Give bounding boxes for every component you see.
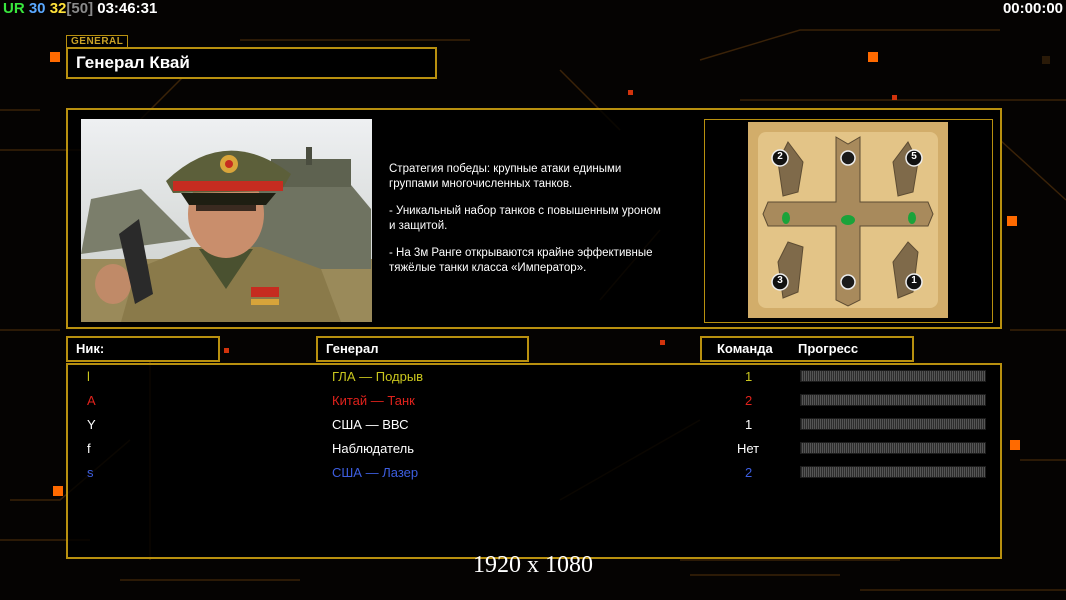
player-team: 2 <box>745 393 753 408</box>
player-progress-bar <box>800 418 986 430</box>
player-progress-bar <box>800 394 986 406</box>
player-progress-bar <box>800 466 986 478</box>
player-progress-bar <box>800 370 986 382</box>
general-name-header: Генерал Квай <box>66 47 437 79</box>
header-nick-label: Ник: <box>76 341 105 356</box>
general-name: Генерал Квай <box>76 53 190 72</box>
player-nick: s <box>87 465 94 480</box>
player-team: 2 <box>745 465 753 480</box>
player-nick: A <box>87 393 96 408</box>
player-general: Китай — Танк <box>332 393 415 408</box>
clock-label: 03:46:31 <box>97 0 158 17</box>
faction-label: UR <box>3 0 25 17</box>
player-progress-bar <box>800 442 986 454</box>
player-row[interactable]: s США — Лазер 2 <box>68 461 1000 485</box>
player-general: ГЛА — Подрыв <box>332 369 424 384</box>
spawn-5[interactable]: 5 <box>907 151 921 162</box>
description-feature-2: - На 3м Ранге открываются крайне эффекти… <box>389 247 653 274</box>
header-general: Генерал <box>316 336 529 362</box>
description-strategy: Стратегия победы: крупные атаки едиными … <box>389 163 622 190</box>
player-row[interactable]: Y США — ВВС 1 <box>68 413 1000 437</box>
header-team-label: Команда <box>717 341 773 356</box>
player-team: Нет <box>737 441 760 456</box>
player-row[interactable]: l ГЛА — Подрыв 1 <box>68 365 1000 389</box>
general-description: Стратегия победы: крупные атаки едиными … <box>389 162 709 288</box>
spawn-3[interactable]: 3 <box>773 275 787 286</box>
player-row[interactable]: f Наблюдатель Нет <box>68 437 1000 461</box>
player-general: США — ВВС <box>332 417 409 432</box>
minimap[interactable]: 2 5 3 1 <box>748 122 948 318</box>
header-team-progress: Команда Прогресс <box>700 336 914 362</box>
minimap-frame: 2 5 3 1 <box>704 119 993 323</box>
player-nick: Y <box>87 417 96 432</box>
header-general-label: Генерал <box>326 341 379 356</box>
player-general: Наблюдатель <box>332 441 415 456</box>
header-nick: Ник: <box>66 336 220 362</box>
resolution-label: 1920 x 1080 <box>473 552 593 578</box>
player-nick: l <box>87 369 90 384</box>
hud-resources: UR 30 32[50] 03:46:31 <box>3 0 157 17</box>
general-portrait <box>81 119 372 322</box>
spawn-1[interactable]: 1 <box>907 275 921 286</box>
general-portrait-image <box>81 119 372 322</box>
game-timer: 00:00:00 <box>1002 0 1063 17</box>
spawn-2[interactable]: 2 <box>773 151 787 162</box>
counter-a: 30 <box>28 0 46 17</box>
player-team: 1 <box>745 417 753 432</box>
general-info-panel: Стратегия победы: крупные атаки едиными … <box>66 108 1002 329</box>
counter-b: 32 <box>49 0 67 17</box>
player-nick: f <box>87 441 91 456</box>
counter-limit: [50] <box>66 0 94 17</box>
player-row[interactable]: A Китай — Танк 2 <box>68 389 1000 413</box>
header-progress-label: Прогресс <box>798 341 859 356</box>
player-general: США — Лазер <box>332 465 419 480</box>
description-feature-1: - Уникальный набор танков с повышенным у… <box>389 205 661 232</box>
player-team: 1 <box>745 369 753 384</box>
players-panel: l ГЛА — Подрыв 1 A Китай — Танк 2 Y США … <box>66 363 1002 559</box>
